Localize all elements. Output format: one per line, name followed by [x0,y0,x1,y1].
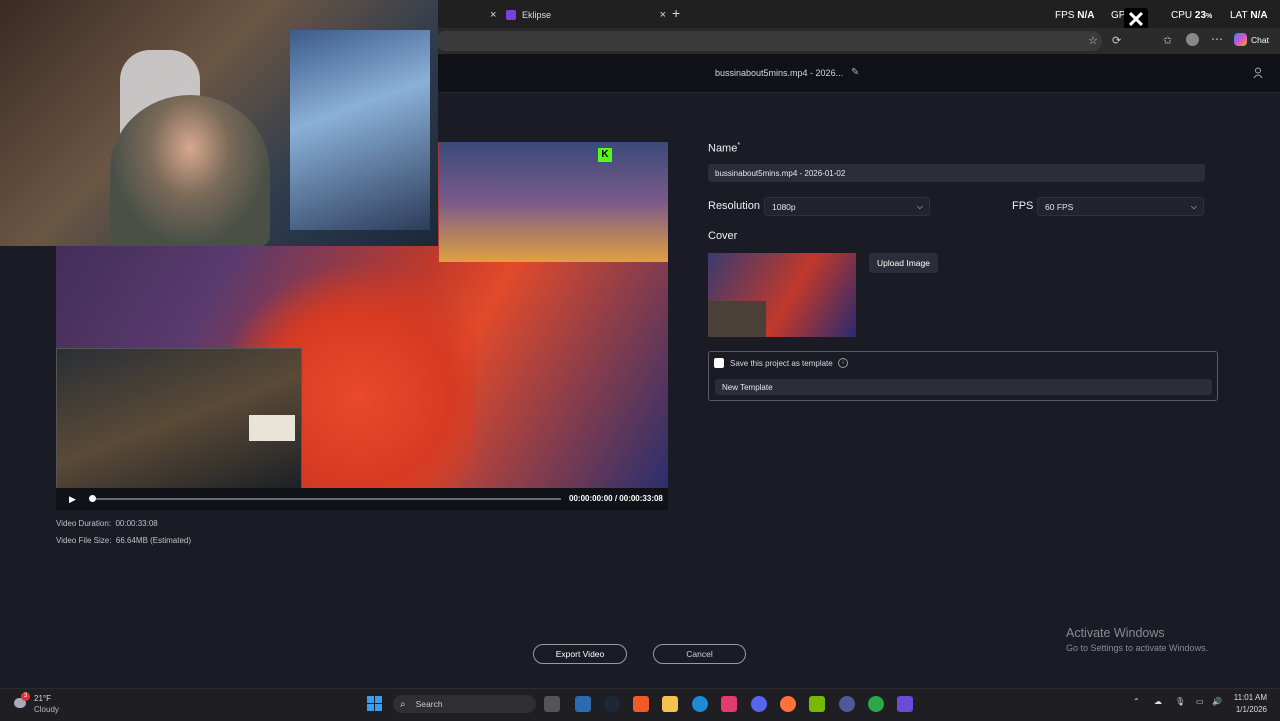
pencil-icon[interactable]: ✎ [851,67,859,78]
edge-icon[interactable] [692,696,708,712]
project-title[interactable]: bussinabout5mins.mp4 - 2026... [715,68,843,78]
game-dialog-panel [249,415,295,441]
windows-start-icon[interactable] [367,696,382,711]
display-icon[interactable]: ▭ [1196,697,1204,706]
seek-track[interactable] [91,498,561,500]
brave-icon[interactable] [633,696,649,712]
eklipse-favicon-icon [506,10,516,20]
fps-select[interactable]: 60 FPS ⌵ [1037,197,1204,216]
new-tab-button[interactable]: + [672,5,680,21]
name-input[interactable]: bussinabout5mins.mp4 - 2026-01-02 [708,164,1205,182]
steam-icon[interactable] [604,696,620,712]
hud-lat: LAT N/A [1230,10,1268,21]
browser-tab-eklipse[interactable]: Eklipse × [506,4,666,26]
background-posters [439,142,668,262]
app-icon[interactable] [839,696,855,712]
video-file-size: Video File Size: 66.64MB (Estimated) [56,536,192,545]
play-icon[interactable]: ▶ [69,494,76,505]
capcut-icon[interactable] [721,696,737,712]
kick-logo-icon: K [598,148,612,162]
favorites-icon[interactable]: ✩ [1163,34,1172,47]
name-label: Name* [708,142,741,155]
volume-icon[interactable]: 🔊 [1212,697,1222,706]
taskbar-search[interactable]: ⌕ Search [393,695,536,713]
seek-handle[interactable] [89,495,96,502]
cover-gameplay-inset [708,301,766,337]
gameplay-inset [56,348,302,488]
weather-temp: 21°F [34,694,51,703]
wall-poster [290,30,430,230]
hud-cpu: CPU 23% [1171,10,1213,21]
search-icon: ⌕ [400,698,406,710]
template-checkbox-label: Save this project as template [730,359,833,368]
cover-label: Cover [708,230,738,242]
tab-label: Eklipse [522,10,552,20]
template-name-input[interactable]: New Template [715,379,1212,395]
microphone-icon[interactable]: 🎙 [1175,697,1185,706]
export-video-button[interactable]: Export Video [533,644,627,664]
weather-desc: Cloudy [34,705,59,714]
discord-icon[interactable] [751,696,767,712]
profile-avatar[interactable] [1186,33,1199,46]
close-tab-icon[interactable]: × [660,9,666,21]
onedrive-icon[interactable]: ☁ [1154,697,1162,706]
clock-date[interactable]: 1/1/2026 [1233,705,1267,714]
info-icon[interactable]: i [838,358,848,368]
clock-time[interactable]: 11:01 AM [1233,693,1267,702]
copilot-chat-button[interactable]: Chat [1234,33,1269,46]
time-readout: 00:00:00:00 / 00:00:33:08 [569,494,663,503]
video-duration: Video Duration: 00:00:33:08 [56,519,158,528]
weather-badge: 3 [21,692,30,701]
task-view-icon[interactable] [544,696,560,712]
upload-image-button[interactable]: Upload Image [869,253,938,273]
address-field[interactable] [436,31,1102,51]
favorite-star-icon[interactable]: ☆ [1088,34,1098,47]
calculator-icon[interactable] [897,696,913,712]
user-icon[interactable] [1253,66,1263,79]
nvidia-icon[interactable] [809,696,825,712]
activate-windows-title: Activate Windows [1066,626,1165,640]
more-menu-icon[interactable]: ⋯ [1211,32,1223,46]
cover-thumbnail [708,253,856,337]
chevron-up-icon[interactable]: ⌃ [1133,697,1140,706]
weather-widget[interactable]: 3 [14,692,30,709]
hud-fps: FPS N/A [1055,10,1095,21]
browser-tab-previous[interactable]: × [442,4,504,26]
close-tab-icon[interactable]: × [490,9,496,21]
fps-label: FPS [1012,200,1034,212]
extensions-icon[interactable]: ⟳ [1112,34,1121,47]
resolution-label: Resolution [708,200,760,212]
resolution-select[interactable]: 1080p ⌵ [764,197,930,216]
template-checkbox[interactable] [714,358,724,368]
chrome-icon[interactable] [868,696,884,712]
file-explorer-icon[interactable] [662,696,678,712]
chevron-down-icon: ⌵ [916,201,923,211]
activate-windows-subtitle: Go to Settings to activate Windows. [1066,643,1209,653]
cancel-button[interactable]: Cancel [653,644,746,664]
copilot-icon [1234,33,1247,46]
notepad-icon[interactable] [575,696,591,712]
firefox-icon[interactable] [780,696,796,712]
person [110,95,270,246]
webcam-overlay [0,0,438,246]
chevron-down-icon: ⌵ [1190,201,1197,211]
